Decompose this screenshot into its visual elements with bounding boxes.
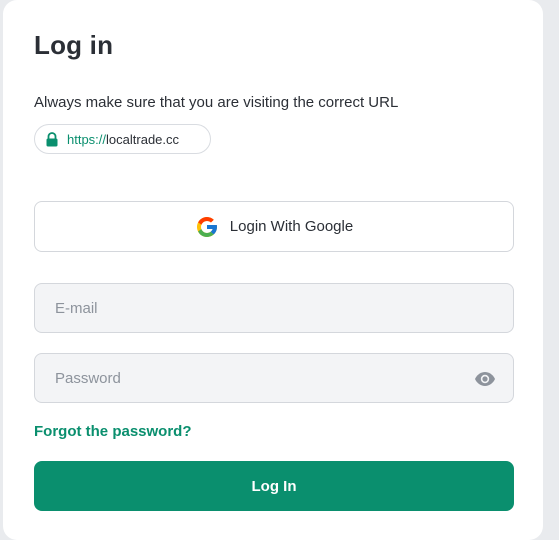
- google-button-label: Login With Google: [229, 218, 354, 235]
- url-scheme: https://: [67, 131, 107, 147]
- url-host: localtrade.cc: [106, 131, 180, 147]
- google-icon: [196, 216, 217, 237]
- forgot-password-link[interactable]: Forgot the password?: [34, 423, 192, 440]
- log-in-button[interactable]: Log In: [34, 461, 514, 511]
- email-field-wrapper: [34, 283, 514, 333]
- email-field[interactable]: [35, 284, 513, 332]
- page-title: Log in: [34, 30, 114, 60]
- login-with-google-button[interactable]: Login With Google: [34, 201, 514, 252]
- login-card: Log in Always make sure that you are vis…: [3, 0, 543, 540]
- lock-icon: [46, 131, 58, 146]
- url-notice: Always make sure that you are visiting t…: [34, 94, 399, 111]
- password-field-wrapper: [34, 353, 514, 403]
- eye-icon[interactable]: [474, 369, 496, 389]
- url-badge: https://localtrade.cc: [34, 124, 211, 154]
- password-field[interactable]: [35, 354, 513, 402]
